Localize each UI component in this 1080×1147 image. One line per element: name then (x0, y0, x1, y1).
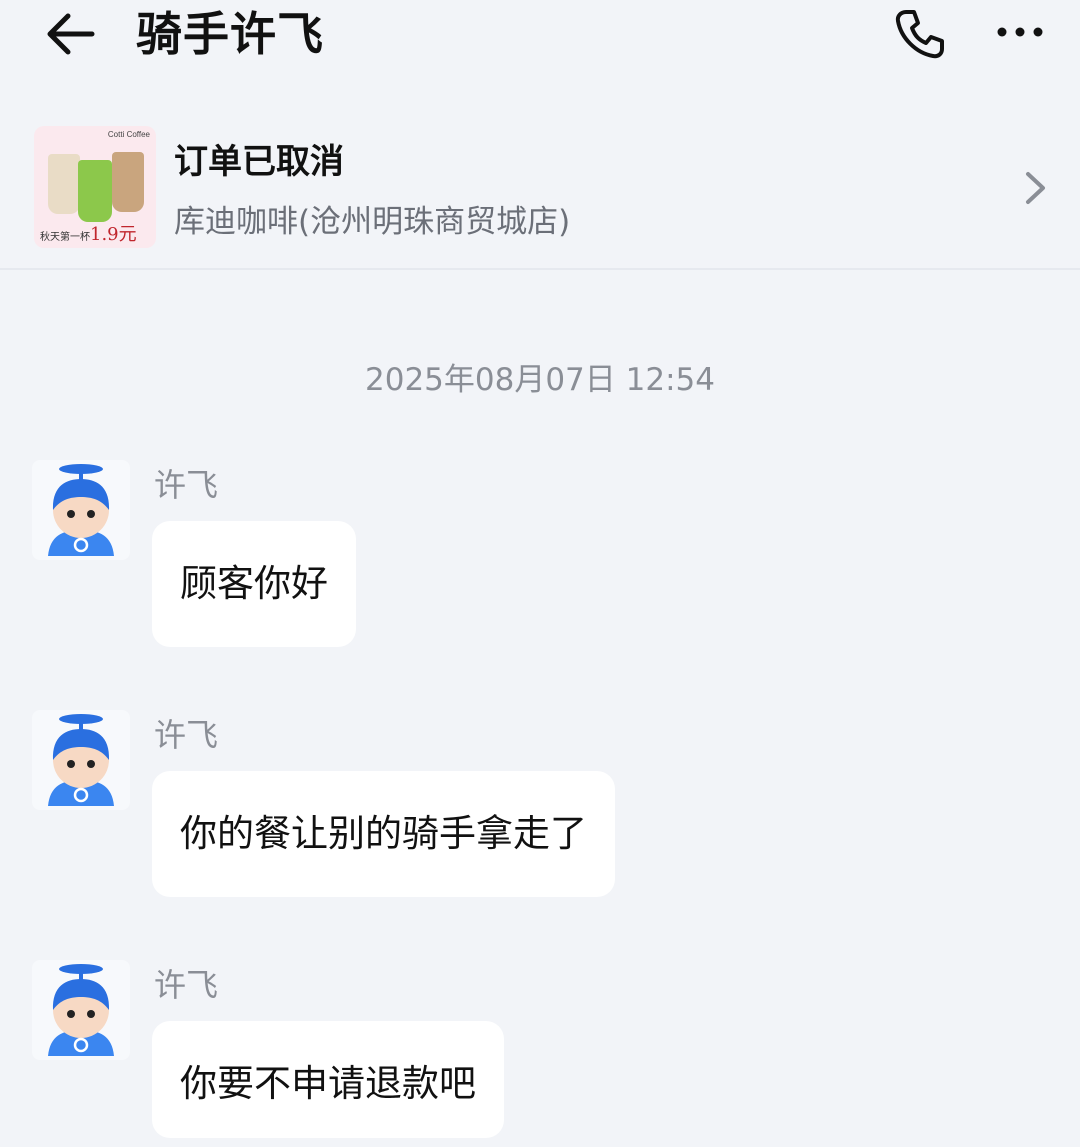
avatar[interactable] (32, 710, 130, 810)
rider-avatar-icon (48, 714, 114, 806)
brand-label: Cotti Coffee (107, 130, 150, 139)
chevron-right-icon (1026, 172, 1045, 204)
sender-name: 许飞 (154, 466, 219, 504)
sender-name: 许飞 (154, 716, 219, 754)
avatar[interactable] (32, 960, 130, 1060)
avatar[interactable] (32, 460, 130, 560)
arrow-left-icon (47, 13, 95, 55)
page-title: 骑手许飞 (136, 7, 324, 61)
cup-image (48, 154, 80, 214)
back-button[interactable] (38, 6, 102, 62)
chat-timestamp: 2025年08月07日 12:54 (365, 362, 715, 398)
phone-icon (895, 10, 944, 59)
rider-avatar-icon (48, 464, 114, 556)
call-button[interactable] (886, 4, 952, 64)
order-card[interactable]: Cotti Coffee 秋天第一杯1.9元 订单已取消 库迪咖啡(沧州明珠商贸… (0, 116, 1080, 268)
product-thumbnail: Cotti Coffee 秋天第一杯1.9元 (34, 126, 156, 248)
more-button[interactable] (988, 10, 1052, 54)
message-bubble[interactable]: 你的餐让别的骑手拿走了 (152, 771, 615, 897)
top-bar: 骑手许飞 (0, 0, 1080, 90)
more-dots-icon (997, 27, 1043, 37)
promo-label: 秋天第一杯1.9元 (40, 224, 137, 245)
store-name: 库迪咖啡(沧州明珠商贸城店) (174, 204, 571, 240)
cup-image (78, 160, 112, 222)
message-bubble[interactable]: 你要不申请退款吧 (152, 1021, 504, 1138)
message-bubble[interactable]: 顾客你好 (152, 521, 356, 647)
order-status: 订单已取消 (174, 142, 344, 182)
sender-name: 许飞 (154, 966, 219, 1004)
rider-avatar-icon (48, 964, 114, 1056)
cup-image (112, 152, 144, 212)
divider (0, 268, 1080, 270)
